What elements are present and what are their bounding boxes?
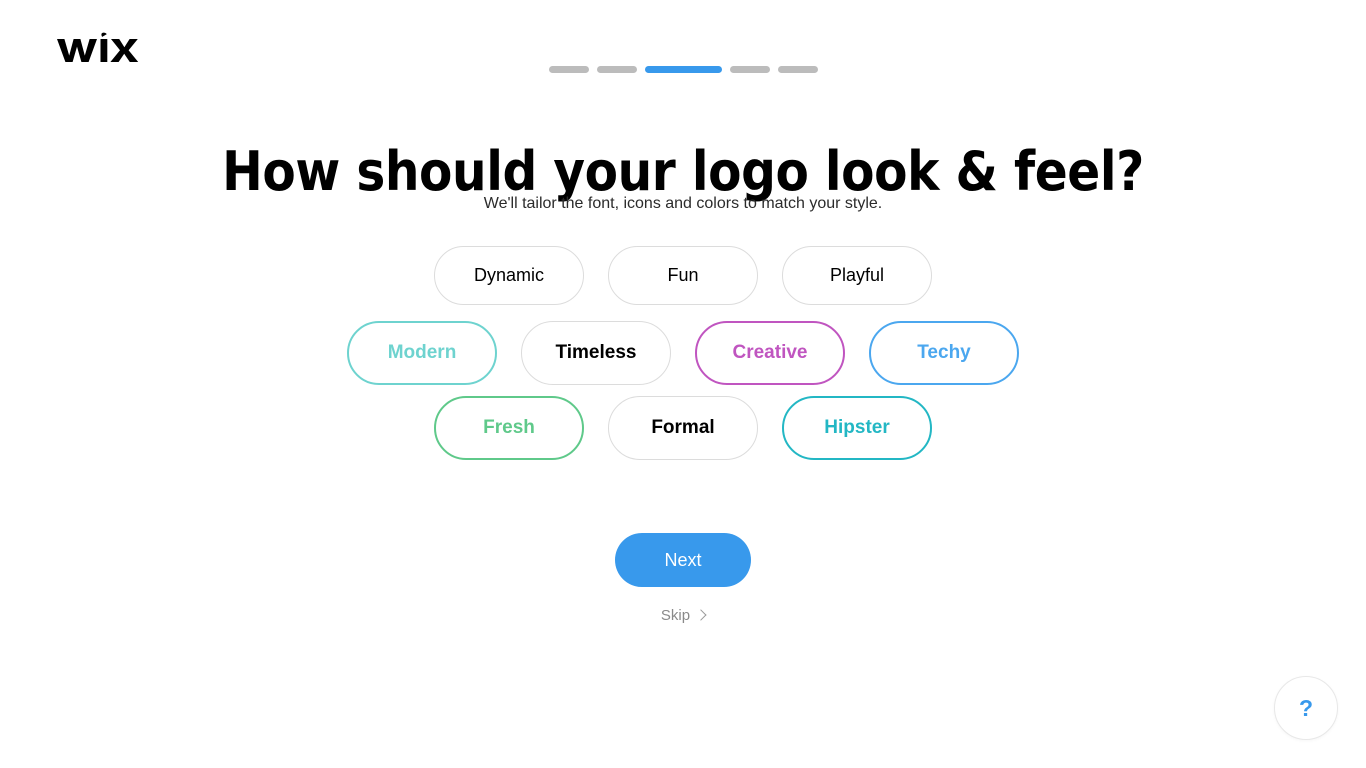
chip-label: Formal — [651, 417, 715, 438]
question-mark-icon: ? — [1298, 694, 1314, 721]
chip-label: Fun — [667, 265, 699, 285]
chip-row-3: Fresh Formal Hipster — [0, 396, 1366, 460]
chip-playful[interactable]: Playful — [782, 246, 932, 305]
chip-techy[interactable]: Techy — [869, 321, 1019, 385]
progress-segment-3-active — [644, 66, 722, 73]
chip-fresh[interactable]: Fresh — [434, 396, 584, 460]
chip-label: Hipster — [824, 417, 890, 438]
progress-indicator — [0, 66, 1366, 73]
progress-segment-5 — [777, 66, 818, 73]
progress-segment-4 — [729, 66, 770, 73]
skip-label: Skip — [660, 607, 691, 624]
chip-label: Playful — [829, 265, 885, 285]
chip-formal[interactable]: Formal — [608, 396, 758, 460]
chevron-right-icon — [695, 609, 707, 621]
chip-row-2: Modern Timeless Creative Techy — [0, 321, 1366, 385]
chip-label: Techy — [917, 342, 971, 363]
chip-label: Dynamic — [473, 265, 544, 285]
chip-label: Timeless — [555, 342, 637, 363]
chip-label: Creative — [732, 342, 808, 363]
wix-logo[interactable] — [55, 32, 141, 66]
wix-logo-icon — [57, 32, 139, 62]
style-chip-group: Dynamic Fun Playful Modern Timeless Crea… — [0, 246, 1366, 460]
chip-modern[interactable]: Modern — [347, 321, 497, 385]
chip-fun[interactable]: Fun — [608, 246, 758, 305]
chip-creative[interactable]: Creative — [695, 321, 845, 385]
progress-segment-1 — [548, 66, 589, 73]
chip-hipster[interactable]: Hipster — [782, 396, 932, 460]
chip-dynamic[interactable]: Dynamic — [434, 246, 584, 305]
chip-timeless[interactable]: Timeless — [521, 321, 671, 385]
chip-label: Modern — [387, 342, 457, 363]
help-button[interactable]: ? — [1274, 676, 1338, 740]
page-subtitle: We'll tailor the font, icons and colors … — [483, 195, 883, 212]
chip-label: Fresh — [483, 417, 535, 438]
chip-row-1: Dynamic Fun Playful — [0, 246, 1366, 305]
progress-segment-2 — [596, 66, 637, 73]
skip-link[interactable]: Skip — [660, 607, 707, 624]
next-button[interactable]: Next — [615, 533, 751, 587]
next-button-label: Next — [664, 549, 702, 570]
